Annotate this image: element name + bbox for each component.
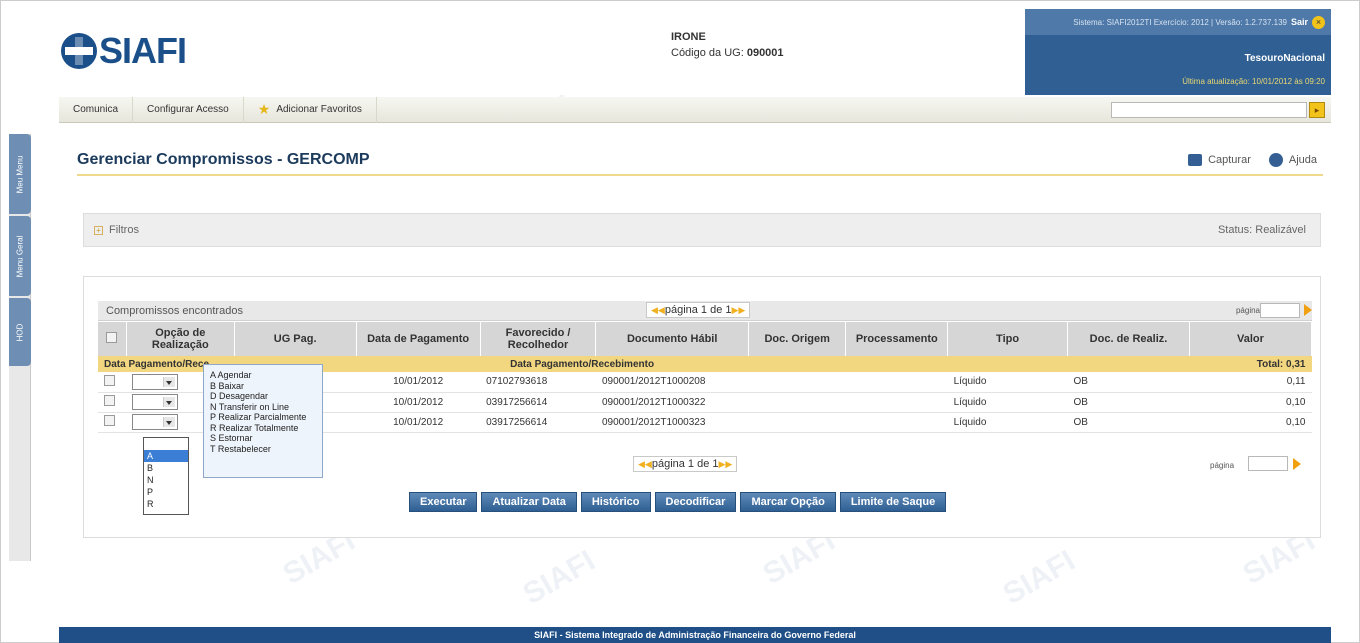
pagina-label: página (1210, 461, 1235, 470)
limite-de-saque-button[interactable]: Limite de Saque (839, 492, 947, 512)
col-doc-origem: Doc. Origem (748, 322, 847, 356)
footer: SIAFI - Sistema Integrado de Administraç… (59, 627, 1331, 643)
logo-text: SIAFI (99, 30, 187, 71)
group-label: Data Pagamento/Recebimento (356, 356, 1068, 372)
col-doc-realiz: Doc. de Realiz. (1067, 322, 1190, 356)
ajuda-link[interactable]: Ajuda (1268, 153, 1317, 167)
opcao-select[interactable] (132, 373, 179, 390)
menu-comunica[interactable]: Comunica (59, 96, 134, 123)
close-icon[interactable]: × (1312, 15, 1325, 29)
row-checkbox[interactable] (104, 395, 115, 406)
dropdown-option[interactable]: R (144, 498, 188, 510)
results-header: Compromissos encontrados ◀◀ página 1 de … (98, 301, 1312, 321)
select-all-checkbox[interactable] (106, 332, 118, 343)
side-tab-hod[interactable]: HOD (9, 298, 31, 366)
ug-label: Código da UG: (671, 47, 744, 59)
first-page-icon[interactable]: ◀◀ (651, 305, 665, 316)
opcao-select[interactable] (132, 394, 179, 410)
dropdown-option[interactable]: P (144, 486, 188, 498)
help-icon (1268, 153, 1283, 167)
page-title: Gerenciar Compromissos - GERCOMP (77, 151, 370, 168)
results-title: Compromissos encontrados (106, 305, 243, 317)
capturar-link[interactable]: Capturar (1188, 154, 1251, 167)
user-name: IRONE (671, 31, 706, 43)
siafi-logo-icon (61, 33, 97, 69)
go-page-icon[interactable] (1293, 458, 1301, 470)
watermark: SIAFI (997, 544, 1081, 612)
menu-bar: Comunica Configurar Acesso ★ Adicionar Fa… (59, 96, 1331, 123)
side-tab-menu-geral[interactable]: Menu Geral (9, 216, 31, 296)
status-text: Status: Realizável (1217, 224, 1306, 236)
action-buttons: Executar Atualizar Data Histórico Decodi… (409, 492, 947, 512)
col-tipo: Tipo (947, 322, 1069, 356)
select-all-header[interactable] (98, 322, 127, 356)
opcao-select[interactable] (132, 414, 179, 430)
dropdown-option[interactable]: N (144, 474, 188, 486)
go-page-icon[interactable] (1304, 304, 1312, 316)
first-page-icon[interactable]: ◀◀ (638, 459, 652, 470)
opcao-legend-tooltip: A Agendar B Baixar D Desagendar N Transf… (203, 364, 323, 478)
system-info: Sistema: SIAFI2012TI Exercício: 2012 | V… (1073, 17, 1287, 27)
ug-code: 090001 (746, 47, 784, 59)
pager-bottom[interactable]: ◀◀ página 1 de 1 ▶▶ (633, 456, 738, 472)
col-processamento: Processamento (845, 322, 949, 356)
menu-configurar-acesso[interactable]: Configurar Acesso (133, 96, 244, 123)
col-ug-pag: UG Pag. (234, 322, 357, 356)
dropdown-option[interactable]: A (144, 450, 188, 462)
last-page-icon[interactable]: ▶▶ (732, 305, 746, 316)
pagina-label: página (1235, 306, 1260, 315)
page-number-input[interactable] (1248, 456, 1288, 471)
title-divider (77, 174, 1323, 176)
expand-icon[interactable]: + (94, 226, 103, 235)
marcar-opcao-button[interactable]: Marcar Opção (740, 492, 836, 512)
menu-adicionar-favoritos[interactable]: ★ Adicionar Favoritos (244, 96, 377, 123)
col-valor: Valor (1189, 322, 1313, 356)
executar-button[interactable]: Executar (409, 492, 478, 512)
tesouro-panel: TesouroNacional Última atualização: 10/0… (1025, 35, 1331, 95)
last-page-icon[interactable]: ▶▶ (719, 459, 733, 470)
filters-panel[interactable]: + Filtros Status: Realizável (83, 213, 1321, 247)
decodificar-button[interactable]: Decodificar (654, 492, 737, 512)
atualizar-data-button[interactable]: Atualizar Data (481, 492, 577, 512)
camera-icon (1188, 154, 1203, 167)
menu-go-button[interactable]: ▸ (1309, 102, 1325, 118)
row-checkbox[interactable] (104, 374, 115, 386)
header: SIAFI IRONE Código da UG: 090001 Sistema… (59, 9, 1331, 95)
star-icon: ★ (257, 101, 271, 117)
watermark: SIAFI (517, 544, 601, 612)
last-update: Última atualização: 10/01/2012 às 09:20 (1182, 77, 1325, 86)
dropdown-option-blank[interactable] (144, 438, 188, 450)
tesouro-logo: TesouroNacional (1244, 53, 1325, 64)
row-checkbox[interactable] (104, 415, 115, 426)
page-number-input[interactable] (1260, 303, 1300, 318)
col-documento-habil: Documento Hábil (595, 322, 749, 356)
user-info: IRONE Código da UG: 090001 (671, 29, 784, 61)
historico-button[interactable]: Histórico (580, 492, 651, 512)
side-tab-meu-menu[interactable]: Meu Menu (9, 134, 31, 214)
title-actions: Capturar Ajuda (1188, 153, 1317, 167)
sair-link[interactable]: Sair (1291, 17, 1308, 27)
opcao-dropdown-list: A B N P R (143, 437, 189, 515)
siafi-logo: SIAFI (59, 30, 187, 71)
col-data-pagamento: Data de Pagamento (356, 322, 481, 356)
group-total: Total: 0,31 (1067, 356, 1312, 372)
documento-link[interactable]: 090001/2012T1000322 (595, 392, 749, 413)
documento-link[interactable]: 090001/2012T1000208 (595, 372, 749, 393)
side-tab-bar: Meu Menu Menu Geral HOD (9, 134, 31, 561)
documento-link[interactable]: 090001/2012T1000323 (595, 412, 749, 433)
filters-label: Filtros (109, 224, 139, 236)
dropdown-option[interactable]: B (144, 462, 188, 474)
col-favorecido: Favorecido / Recolhedor (480, 322, 597, 356)
app-window: SIAFI SIAFI SIAFI SIAFI SIAFI SIAFI SIAF… (0, 0, 1360, 643)
col-opcao: Opção de Realização (126, 322, 235, 356)
pager-top[interactable]: ◀◀ página 1 de 1 ▶▶ (646, 302, 751, 318)
system-info-bar: Sistema: SIAFI2012TI Exercício: 2012 | V… (1025, 9, 1331, 35)
menu-search-input[interactable] (1111, 102, 1307, 118)
